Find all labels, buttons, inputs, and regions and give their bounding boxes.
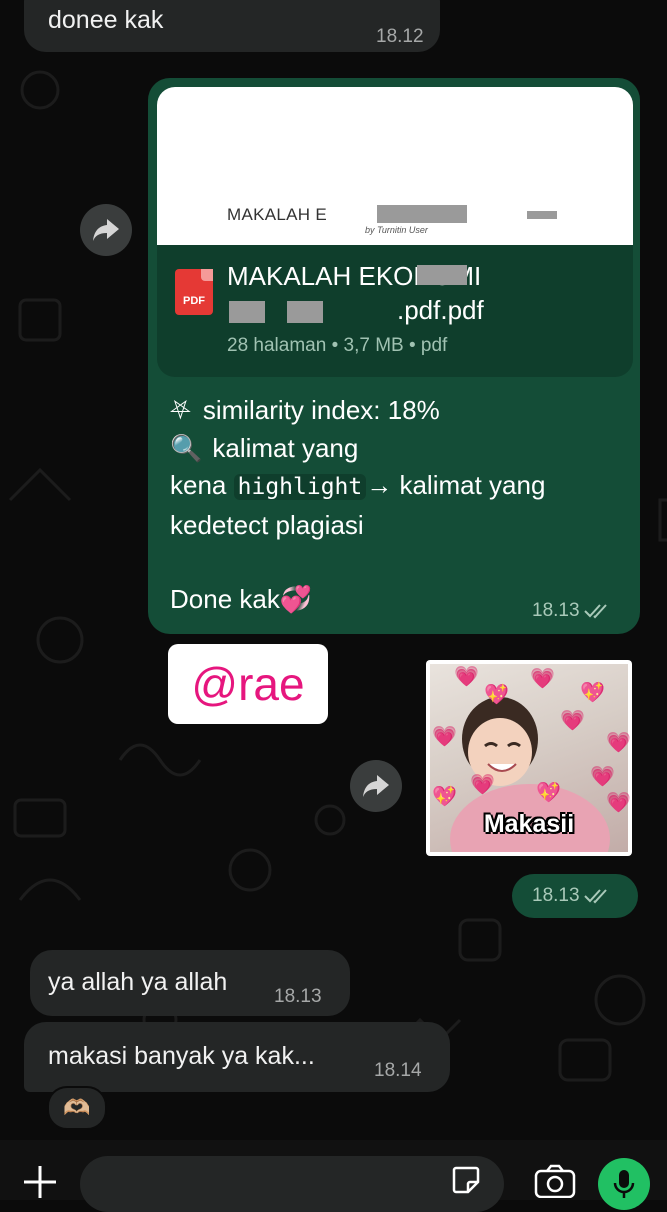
preview-title: MAKALAH E (227, 205, 328, 224)
heart-icon: 💗 (454, 666, 479, 688)
double-check-icon (583, 604, 607, 619)
message-reaction[interactable]: 🫶🏼 (47, 1086, 107, 1130)
message-text: makasi banyak ya kak... (48, 1042, 315, 1070)
document-info[interactable]: PDF MAKALAH EKONOMI .pdf.pdf 28 halaman … (157, 245, 633, 377)
forward-button[interactable] (350, 760, 402, 812)
forward-icon (93, 219, 119, 241)
forward-button[interactable] (80, 204, 132, 256)
heart-icon: 💗 (432, 726, 457, 748)
message-caption: ⛧ similarity index: 18% 🔍 kalimat yang ken… (170, 395, 546, 614)
pdf-icon: PDF (175, 269, 213, 315)
mention-sticker[interactable]: @rae (168, 644, 328, 724)
attach-button[interactable] (20, 1162, 60, 1202)
heart-icon: 💗 (590, 766, 615, 788)
sticker-icon (452, 1166, 480, 1194)
image-sticker[interactable]: 💗 💖 💗 💗 💖 💗 💗 💖 💖 💗 💗 💗 Makasii (426, 660, 632, 856)
incoming-message[interactable]: makasi banyak ya kak... 18.14 (24, 1022, 450, 1092)
document-meta: 28 halaman • 3,7 MB • pdf (227, 335, 448, 356)
message-text: ya allah ya allah (48, 968, 228, 996)
plus-icon (24, 1166, 56, 1198)
preview-byline: by Turnitin User (365, 225, 428, 235)
incoming-message[interactable]: donee kak 18.12 (24, 0, 440, 52)
code-span: highlight (233, 474, 367, 500)
voice-message-button[interactable] (598, 1158, 650, 1210)
camera-button[interactable] (534, 1164, 576, 1199)
redaction (229, 301, 265, 323)
document-preview[interactable]: MAKALAH E by Turnitin User (157, 87, 633, 245)
heart-icon: 💗 (470, 774, 495, 796)
message-time: 18.13 (274, 986, 322, 1007)
forward-icon (363, 775, 389, 797)
redaction (287, 301, 323, 323)
sticker-button[interactable] (450, 1164, 482, 1196)
incoming-message[interactable]: ya allah ya allah 18.13 (30, 950, 350, 1016)
heart-icon: 💖 (484, 684, 509, 706)
message-input[interactable] (80, 1156, 504, 1212)
redaction (527, 211, 557, 219)
heart-icon: 💖 (536, 782, 561, 804)
camera-icon (534, 1164, 576, 1199)
message-status: 18.13 (532, 600, 612, 622)
heart-icon: 💖 (432, 786, 457, 808)
message-time: 18.12 (376, 26, 424, 47)
pentagram-icon: ⛧ (170, 395, 191, 425)
message-time: 18.13 (532, 600, 580, 621)
heart-icon: 💗 (530, 668, 555, 690)
message-time: 18.13 (532, 885, 580, 906)
heart-icon: 💗 (606, 732, 631, 754)
double-check-icon (583, 889, 607, 904)
message-text: donee kak (48, 6, 164, 34)
message-status: 18.13 (532, 885, 612, 907)
heart-icon: 💗 (560, 710, 585, 732)
redaction (417, 265, 467, 285)
sticker-caption: Makasii (483, 810, 575, 838)
magnifier-icon: 🔍 (170, 432, 203, 463)
microphone-icon (613, 1170, 635, 1198)
heart-icon: 💖 (580, 682, 605, 704)
redaction (377, 205, 467, 223)
message-time: 18.14 (374, 1060, 422, 1081)
